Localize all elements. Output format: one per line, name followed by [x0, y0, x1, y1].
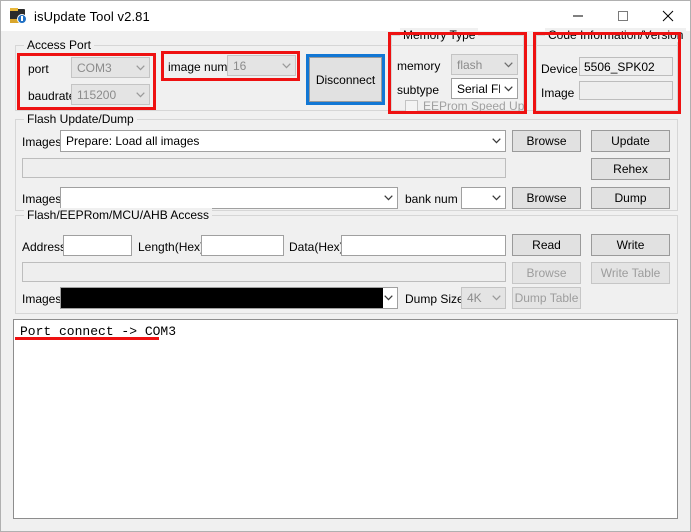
dump-size-label: Dump Size [405, 292, 464, 306]
chevron-down-icon [380, 195, 397, 201]
close-button[interactable] [645, 1, 690, 31]
eeprom-speed-up-checkbox[interactable]: EEProm Speed Up [405, 99, 524, 113]
image-num-select-value: 16 [233, 58, 247, 73]
access-group-title: Flash/EEPRom/MCU/AHB Access [24, 208, 213, 222]
images2-select[interactable] [60, 187, 398, 209]
title-bar: isUpdate Tool v2.81 [1, 1, 690, 31]
device-label: Device [541, 62, 578, 76]
image-num-select[interactable]: 16 [227, 55, 296, 76]
window-controls [555, 1, 690, 31]
browse-images2-button[interactable]: Browse [512, 187, 581, 209]
port-select-value: COM3 [77, 60, 112, 75]
code-information-title: Code Information/Version [545, 28, 687, 42]
chevron-down-icon [488, 195, 505, 201]
subtype-select[interactable]: Serial Flas [451, 78, 518, 99]
device-field: 5506_SPK02 [579, 57, 673, 76]
data-input[interactable] [341, 235, 506, 256]
access-images-label: Images [22, 292, 62, 306]
bank-num-select[interactable] [461, 187, 506, 209]
update-button[interactable]: Update [591, 130, 670, 152]
browse-access-button[interactable]: Browse [512, 262, 581, 284]
images1-select[interactable]: Prepare: Load all images [60, 130, 506, 152]
dump-size-select[interactable]: 4K [461, 287, 506, 309]
address-label: Address [22, 240, 67, 254]
subtype-select-value: Serial Flas [457, 81, 500, 96]
access-progress-bar [22, 262, 506, 282]
length-input[interactable] [201, 235, 284, 256]
baudrate-select-value: 115200 [77, 87, 117, 102]
app-icon [10, 8, 27, 24]
bank-num-label: bank num [405, 192, 458, 206]
flash-update-title: Flash Update/Dump [24, 112, 137, 126]
dump-button[interactable]: Dump [591, 187, 670, 209]
memory-type-title: Memory Type [400, 28, 479, 42]
flash-progress-bar [22, 158, 506, 178]
images1-select-value: Prepare: Load all images [66, 134, 200, 148]
device-field-value: 5506_SPK02 [584, 59, 655, 74]
maximize-button[interactable] [600, 1, 645, 31]
image-field [579, 81, 673, 100]
dump-size-select-value: 4K [467, 291, 482, 305]
chevron-down-icon [488, 138, 505, 144]
images2-label: Images [22, 192, 62, 206]
memory-select-value: flash [457, 57, 483, 72]
address-input[interactable] [63, 235, 132, 256]
log-highlight-underline [15, 337, 159, 340]
minimize-button[interactable] [555, 1, 600, 31]
write-table-button[interactable]: Write Table [591, 262, 670, 284]
chevron-down-icon [132, 64, 149, 71]
subtype-label: subtype [397, 83, 440, 97]
access-port-title: Access Port [24, 38, 95, 52]
images1-label: Images [22, 135, 62, 149]
chevron-down-icon [500, 85, 517, 92]
memory-label: memory [397, 59, 441, 73]
eeprom-speed-up-label: EEProm Speed Up [423, 99, 525, 113]
image-num-label: image num [168, 60, 228, 74]
baudrate-label: baudrate [28, 89, 76, 103]
log-output[interactable]: Port connect -> COM3 [13, 319, 678, 519]
port-select[interactable]: COM3 [71, 57, 150, 78]
chevron-down-icon [500, 61, 517, 68]
data-label: Data(Hex) [289, 240, 344, 254]
image-label: Image [541, 86, 575, 100]
minimize-icon [572, 15, 583, 17]
checkbox-icon [405, 99, 418, 113]
redaction-bar [61, 288, 383, 308]
maximize-icon [617, 11, 628, 21]
baudrate-select[interactable]: 115200 [71, 84, 150, 105]
disconnect-button[interactable]: Disconnect [309, 57, 382, 102]
chevron-down-icon [278, 62, 295, 69]
chevron-down-icon [132, 91, 149, 98]
rehex-button[interactable]: Rehex [591, 158, 670, 180]
app-window: isUpdate Tool v2.81 Access Port port COM… [0, 0, 691, 532]
dump-table-button[interactable]: Dump Table [512, 287, 581, 309]
browse-images1-button[interactable]: Browse [512, 130, 581, 152]
length-label: Length(Hex) [138, 240, 205, 254]
window-title: isUpdate Tool v2.81 [34, 8, 150, 24]
close-icon [662, 10, 673, 22]
read-button[interactable]: Read [512, 234, 581, 256]
port-label: port [28, 62, 49, 76]
chevron-down-icon [488, 295, 505, 301]
memory-select[interactable]: flash [451, 54, 518, 75]
write-button[interactable]: Write [591, 234, 670, 256]
